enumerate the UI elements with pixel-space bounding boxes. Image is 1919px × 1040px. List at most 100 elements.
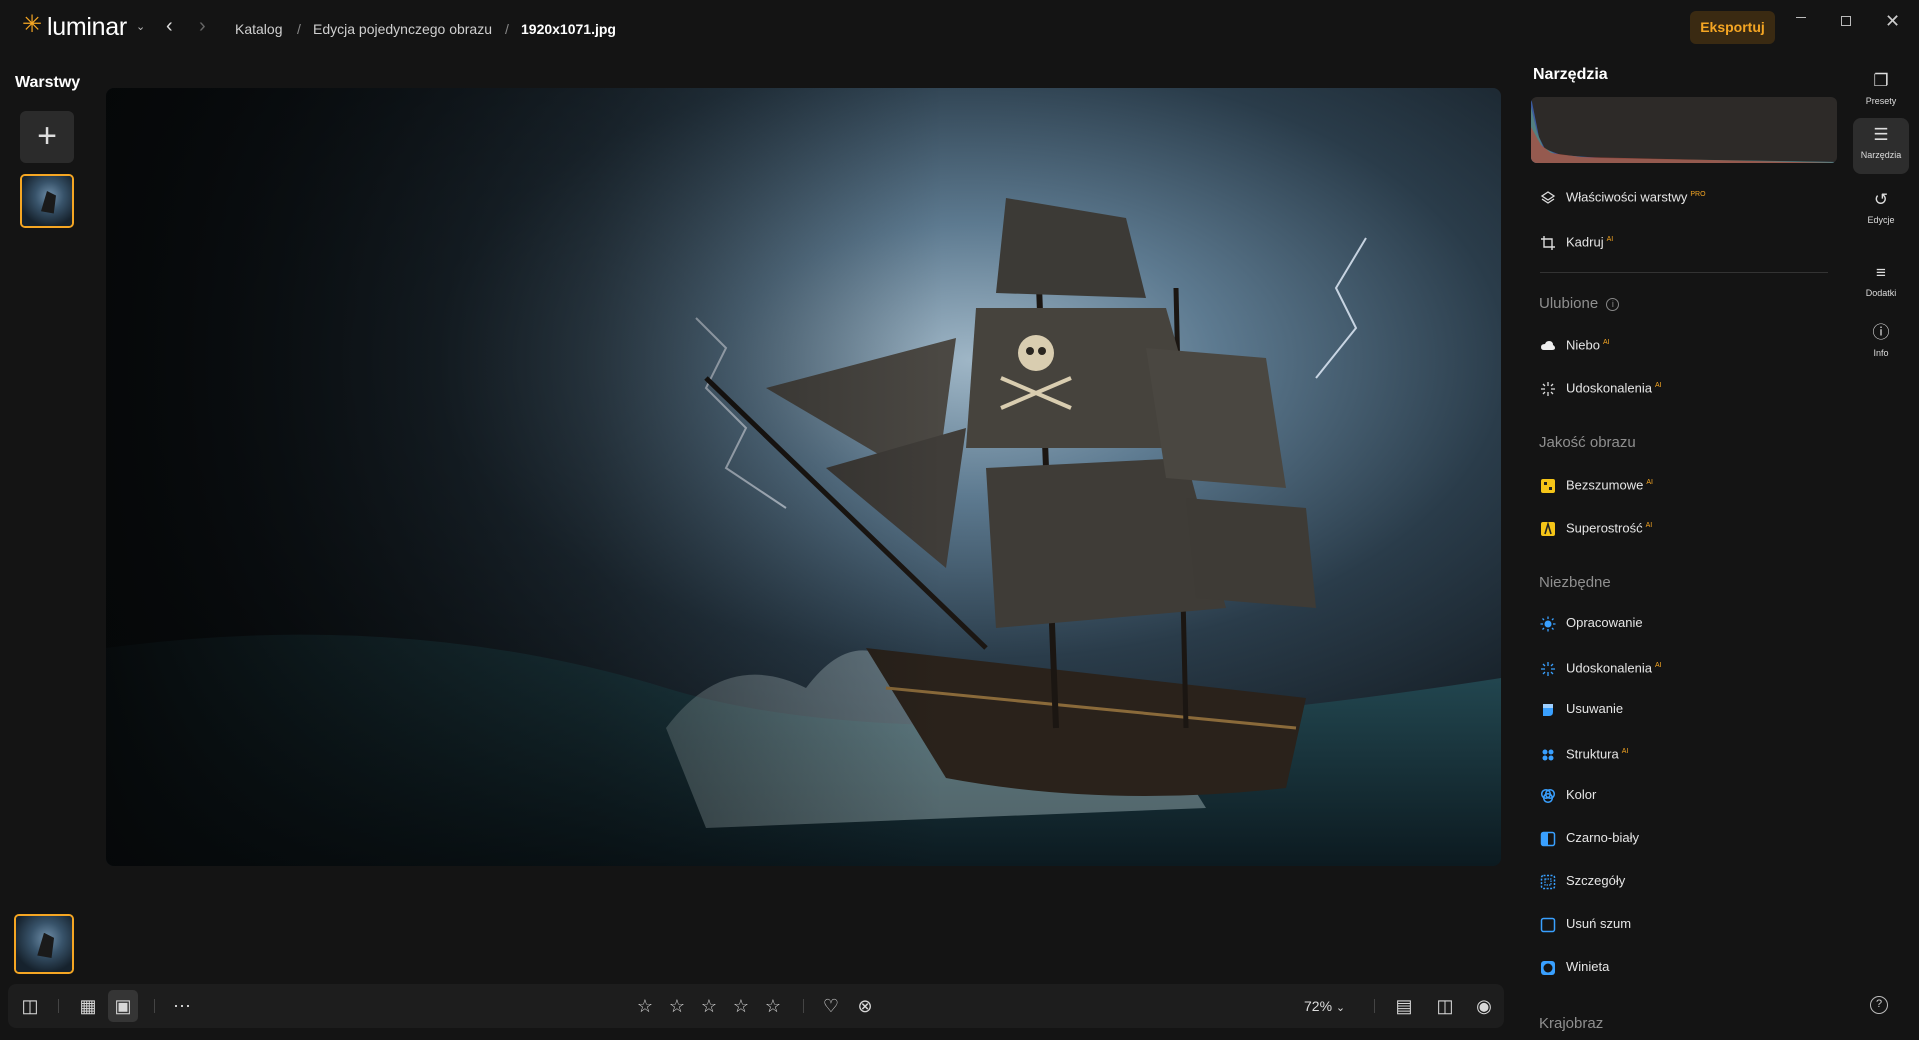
star-4-icon[interactable]: ☆: [730, 984, 752, 1028]
tool-structure[interactable]: Struktura AI: [1540, 739, 1628, 765]
tool-enhance[interactable]: Udoskonalenia AI: [1540, 373, 1662, 399]
divider: [154, 999, 155, 1013]
tool-develop[interactable]: Opracowanie: [1540, 610, 1643, 636]
close-icon[interactable]: ✕: [1885, 11, 1900, 32]
side-label: Dodatki: [1865, 288, 1897, 298]
tool-label: Usuń szum: [1566, 916, 1632, 931]
vignette-icon: [1540, 959, 1556, 975]
chevron-down-icon[interactable]: ⌄: [136, 20, 145, 33]
info-icon[interactable]: i: [1606, 297, 1620, 311]
crop-icon: [1540, 234, 1556, 250]
section-label: Ulubione: [1539, 295, 1599, 312]
tool-noiseless[interactable]: Bezszumowe AI: [1540, 470, 1653, 496]
ai-badge: AI: [1621, 748, 1629, 755]
preview-eye-icon[interactable]: ◉: [1471, 984, 1497, 1028]
maximize-icon[interactable]: [1841, 16, 1851, 26]
breadcrumb-separator: /: [297, 21, 301, 37]
histogram: [1531, 97, 1837, 163]
divider: [1540, 272, 1828, 273]
list-icon: ≡: [1876, 263, 1886, 282]
app-logo-text[interactable]: luminar: [47, 13, 127, 42]
tools-title: Narzędzia: [1533, 66, 1608, 83]
pro-badge: PRO: [1690, 191, 1706, 198]
color-icon: [1540, 787, 1556, 803]
section-landscape-title: Krajobraz: [1539, 1015, 1604, 1032]
toggle-panel-icon[interactable]: ◫: [18, 984, 42, 1028]
star-1-icon[interactable]: ☆: [634, 984, 656, 1028]
export-button[interactable]: Eksportuj: [1690, 11, 1775, 44]
tool-sky[interactable]: Niebo AI: [1540, 330, 1610, 356]
bottom-toolbar: ◫ ▦ ▣ ⋯ ☆ ☆ ☆ ☆ ☆ ♡ ⊗ 72% ⌄ ▤ ◫ ◉: [8, 984, 1504, 1028]
ai-badge: AI: [1645, 522, 1653, 529]
filmstrip-toggle-icon[interactable]: ▤: [1391, 984, 1417, 1028]
sparkle-blue-icon: [1540, 660, 1556, 676]
section-favorites-title: Ulubione i: [1539, 295, 1620, 312]
info-button[interactable]: ⓘ Info: [1853, 316, 1909, 372]
details-icon: [1540, 873, 1556, 889]
tool-label: Właściwości warstwy: [1566, 189, 1688, 205]
star-5-icon[interactable]: ☆: [762, 984, 784, 1028]
tool-label: Winieta: [1566, 959, 1610, 974]
structure-icon: [1540, 746, 1556, 762]
image-canvas[interactable]: [106, 88, 1501, 866]
top-bar: ✳ luminar ⌄ ‹ › Katalog / Edycja pojedyn…: [0, 0, 1919, 56]
compare-icon[interactable]: ◫: [1432, 984, 1458, 1028]
edits-button[interactable]: ↺ Edycje: [1853, 183, 1909, 239]
divider: [58, 999, 59, 1013]
ai-badge: AI: [1646, 479, 1653, 486]
reject-icon[interactable]: ⊗: [854, 984, 876, 1028]
tool-supersharp[interactable]: Superostrość AI: [1540, 513, 1652, 539]
single-image-view-icon[interactable]: ▣: [108, 990, 138, 1022]
star-3-icon[interactable]: ☆: [698, 984, 720, 1028]
star-2-icon[interactable]: ☆: [666, 984, 688, 1028]
tool-label: Bezszumowe: [1566, 477, 1644, 493]
breadcrumb-separator: /: [505, 21, 509, 37]
tool-label: Kolor: [1566, 787, 1597, 802]
ai-badge: AI: [1606, 236, 1614, 243]
sliders-icon: ☰: [1873, 125, 1889, 144]
tool-crop[interactable]: Kadruj AI: [1540, 227, 1613, 253]
tool-label: Czarno-biały: [1566, 830, 1639, 845]
layers-title: Warstwy: [15, 74, 81, 91]
tool-layer-properties[interactable]: Właściwości warstwy PRO: [1540, 182, 1706, 208]
tool-label: Struktura: [1566, 746, 1619, 762]
favorite-heart-icon[interactable]: ♡: [820, 984, 842, 1028]
zoom-level[interactable]: 72% ⌄: [1304, 984, 1345, 1030]
section-essentials-title: Niezbędne: [1539, 574, 1611, 591]
grid-view-icon[interactable]: ▦: [75, 984, 101, 1028]
tool-vignette[interactable]: Winieta: [1540, 954, 1609, 980]
breadcrumb-filename: 1920x1071.jpg: [521, 21, 616, 37]
tool-erase[interactable]: Usuwanie: [1540, 696, 1623, 722]
extras-button[interactable]: ≡ Dodatki: [1853, 256, 1909, 312]
tools-button[interactable]: ☰ Narzędzia: [1853, 118, 1909, 174]
presets-button[interactable]: ❐ Presety: [1853, 64, 1909, 120]
add-layer-button[interactable]: +: [20, 111, 74, 163]
presets-icon: ❐: [1873, 71, 1889, 90]
tool-label: Udoskonalenia: [1566, 660, 1653, 676]
forward-arrow-icon[interactable]: ›: [199, 15, 206, 38]
divider: [1374, 999, 1375, 1013]
tool-black-white[interactable]: Czarno-biały: [1540, 825, 1639, 851]
zoom-value: 72%: [1304, 998, 1333, 1014]
noiseless-icon: [1540, 477, 1556, 493]
minimize-icon[interactable]: [1796, 17, 1806, 18]
eraser-icon: [1540, 701, 1556, 717]
tool-color[interactable]: Kolor: [1540, 782, 1596, 808]
luminar-logo-icon: ✳: [22, 11, 43, 38]
tool-details[interactable]: Szczegóły: [1540, 868, 1625, 894]
denoise-icon: [1540, 916, 1556, 932]
section-image-quality-title: Jakość obrazu: [1539, 434, 1636, 451]
divider: [803, 999, 804, 1013]
breadcrumb-catalog[interactable]: Katalog: [235, 21, 282, 37]
sparkle-icon: [1540, 380, 1556, 396]
tool-label: Superostrość: [1566, 520, 1643, 536]
help-icon[interactable]: ?: [1870, 996, 1888, 1014]
tool-denoise[interactable]: Usuń szum: [1540, 911, 1631, 937]
tool-enhance-ai[interactable]: Udoskonalenia AI: [1540, 653, 1662, 679]
back-arrow-icon[interactable]: ‹: [166, 15, 173, 38]
layer-thumbnail[interactable]: [20, 174, 74, 228]
tool-label: Udoskonalenia: [1566, 380, 1653, 396]
filmstrip-thumbnail[interactable]: [14, 914, 74, 974]
breadcrumb-single-edit[interactable]: Edycja pojedynczego obrazu: [313, 21, 492, 37]
more-options-icon[interactable]: ⋯: [171, 984, 193, 1028]
